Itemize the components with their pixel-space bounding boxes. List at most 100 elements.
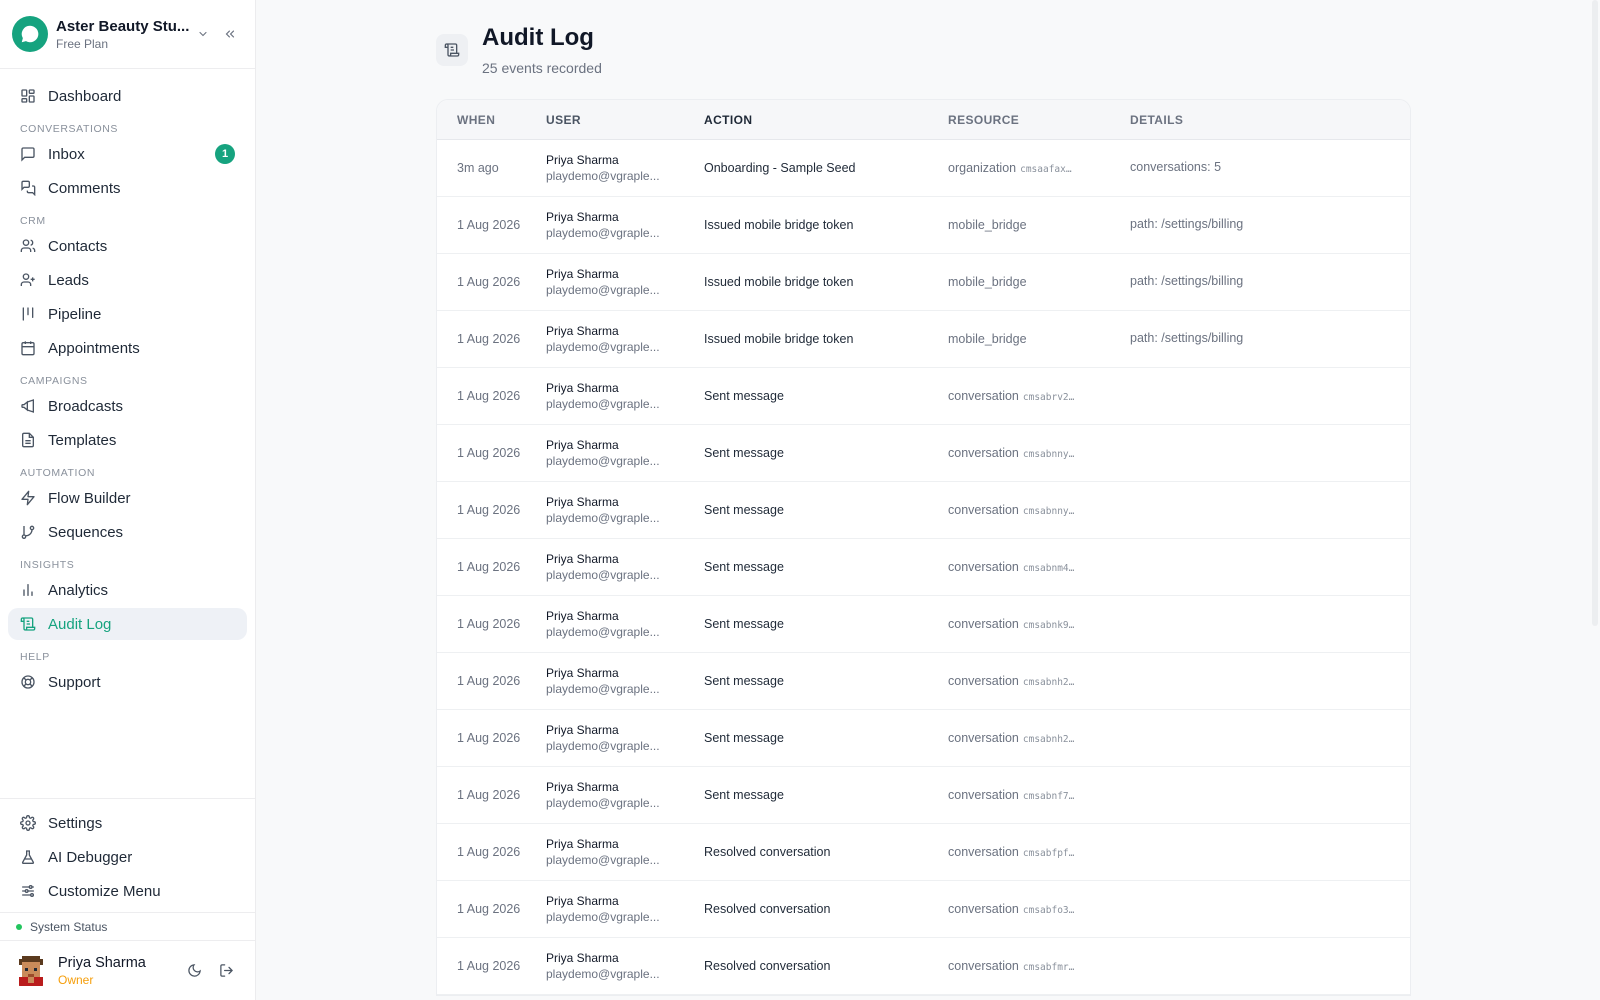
sidebar-item-appointments[interactable]: Appointments xyxy=(8,332,247,364)
sidebar-item-ai-debugger[interactable]: AI Debugger xyxy=(8,841,247,873)
table-row[interactable]: 1 Aug 2026 Priya Sharma playdemo@vgraple..… xyxy=(437,311,1410,368)
table-row[interactable]: 1 Aug 2026 Priya Sharma playdemo@vgraple..… xyxy=(437,254,1410,311)
column-header-user: USER xyxy=(546,112,581,127)
users-icon xyxy=(20,238,36,254)
gear-icon xyxy=(20,815,36,831)
sidebar-item-label: Contacts xyxy=(48,237,108,255)
column-header-when: WHEN xyxy=(457,112,496,127)
sidebar-item-label: Customize Menu xyxy=(48,882,161,900)
sidebar-item-contacts[interactable]: Contacts xyxy=(8,230,247,262)
cell-action: Sent message xyxy=(704,731,784,745)
table-row[interactable]: 1 Aug 2026 Priya Sharma playdemo@vgraple..… xyxy=(437,197,1410,254)
sidebar-item-templates[interactable]: Templates xyxy=(8,424,247,456)
resource-id: cmsabnny… xyxy=(1022,506,1075,517)
sidebar-item-label: Comments xyxy=(48,179,121,197)
sidebar-item-broadcasts[interactable]: Broadcasts xyxy=(8,390,247,422)
sidebar-item-settings[interactable]: Settings xyxy=(8,807,247,839)
table-row[interactable]: 3m ago Priya Sharma playdemo@vgraple... Onb… xyxy=(437,140,1410,197)
workspace-switcher[interactable]: Aster Beauty Stu... Free Plan xyxy=(0,0,255,69)
cell-action: Sent message xyxy=(704,617,784,631)
cell-when: 1 Aug 2026 xyxy=(457,389,521,403)
cell-resource: conversation cmsabnh2… xyxy=(947,731,1130,745)
cell-when: 1 Aug 2026 xyxy=(457,503,521,517)
cell-action: Issued mobile bridge token xyxy=(704,275,854,289)
cell-when: 1 Aug 2026 xyxy=(457,959,521,973)
resource-type: conversation xyxy=(948,731,1019,745)
sidebar-item-comments[interactable]: Comments xyxy=(8,172,247,204)
inbox-count-badge: 1 xyxy=(215,144,235,164)
table-row[interactable]: 1 Aug 2026 Priya Sharma playdemo@vgraple..… xyxy=(437,539,1410,596)
workspace-logo xyxy=(12,16,48,52)
sidebar-item-support[interactable]: Support xyxy=(8,666,247,698)
user-name: Priya Sharma xyxy=(546,381,619,395)
table-row[interactable]: 1 Aug 2026 Priya Sharma playdemo@vgraple..… xyxy=(437,653,1410,710)
cell-resource: conversation cmsabfmr… xyxy=(947,959,1130,973)
cell-resource: mobile_bridge xyxy=(947,218,1130,232)
page-scrollbar[interactable] xyxy=(1592,0,1598,626)
cell-action: Sent message xyxy=(704,389,784,403)
user-panel: Priya Sharma Owner xyxy=(0,940,255,1000)
table-row[interactable]: 1 Aug 2026 Priya Sharma playdemo@vgraple..… xyxy=(437,767,1410,824)
user-email: playdemo@vgraple... xyxy=(546,853,660,867)
sidebar-item-analytics[interactable]: Analytics xyxy=(8,574,247,606)
table-row[interactable]: 1 Aug 2026 Priya Sharma playdemo@vgraple..… xyxy=(437,938,1410,995)
flask-icon xyxy=(20,849,36,865)
grid-icon xyxy=(20,88,36,104)
user-name: Priya Sharma xyxy=(546,723,619,737)
cell-user: Priya Sharma playdemo@vgraple... xyxy=(542,893,702,925)
table-row[interactable]: 1 Aug 2026 Priya Sharma playdemo@vgraple..… xyxy=(437,824,1410,881)
table-row[interactable]: 1 Aug 2026 Priya Sharma playdemo@vgraple..… xyxy=(437,368,1410,425)
details-text: path: /settings/billing xyxy=(1130,274,1244,288)
nav-section-help: HELP xyxy=(20,651,50,663)
workspace-plan: Free Plan xyxy=(56,36,109,51)
user-role: Owner xyxy=(58,972,94,987)
cell-user: Priya Sharma playdemo@vgraple... xyxy=(542,266,702,298)
sidebar-item-leads[interactable]: Leads xyxy=(8,264,247,296)
sidebar-item-flow-builder[interactable]: Flow Builder xyxy=(8,482,247,514)
avatar[interactable] xyxy=(16,955,46,986)
cell-user: Priya Sharma playdemo@vgraple... xyxy=(542,494,702,526)
cell-action: Resolved conversation xyxy=(704,902,831,916)
nav-section-crm: CRM xyxy=(20,215,46,227)
chevron-down-icon[interactable] xyxy=(193,28,213,40)
cell-details: path: /settings/billing xyxy=(1130,274,1410,288)
user-email: playdemo@vgraple... xyxy=(546,967,660,981)
bottom-nav: Settings AI Debugger Customize Menu xyxy=(0,798,255,909)
cell-when: 1 Aug 2026 xyxy=(457,731,521,745)
nav-section-insights: INSIGHTS xyxy=(20,559,75,571)
sidebar-item-pipeline[interactable]: Pipeline xyxy=(8,298,247,330)
message-square-icon xyxy=(20,146,36,162)
table-row[interactable]: 1 Aug 2026 Priya Sharma playdemo@vgraple..… xyxy=(437,425,1410,482)
resource-id: cmsabrv2… xyxy=(1022,392,1075,403)
sidebar-item-sequences[interactable]: Sequences xyxy=(8,516,247,548)
sidebar-item-label: Appointments xyxy=(48,339,140,357)
sidebar-item-audit-log[interactable]: Audit Log xyxy=(8,608,247,640)
table-row[interactable]: 1 Aug 2026 Priya Sharma playdemo@vgraple..… xyxy=(437,710,1410,767)
system-status-label: System Status xyxy=(30,919,108,934)
log-out-icon[interactable] xyxy=(213,958,239,984)
details-text: path: /settings/billing xyxy=(1130,217,1244,231)
cell-resource: conversation cmsabfo3… xyxy=(947,902,1130,916)
cell-when: 1 Aug 2026 xyxy=(457,332,521,346)
cell-action: Onboarding - Sample Seed xyxy=(704,161,856,175)
resource-type: mobile_bridge xyxy=(948,275,1027,289)
table-row[interactable]: 1 Aug 2026 Priya Sharma playdemo@vgraple..… xyxy=(437,482,1410,539)
table-row[interactable]: 1 Aug 2026 Priya Sharma playdemo@vgraple..… xyxy=(437,596,1410,653)
cell-action: Resolved conversation xyxy=(704,959,831,973)
sidebar-item-inbox[interactable]: Inbox 1 xyxy=(8,138,247,170)
sidebar-item-label: Analytics xyxy=(48,581,109,599)
system-status[interactable]: System Status xyxy=(0,912,255,940)
resource-id: cmsabfmr… xyxy=(1022,962,1075,973)
sidebar-item-label: AI Debugger xyxy=(48,848,133,866)
sidebar-item-label: Support xyxy=(48,673,101,691)
moon-icon[interactable] xyxy=(181,958,207,984)
user-name: Priya Sharma xyxy=(546,609,619,623)
nav-section-automation: AUTOMATION xyxy=(20,467,96,479)
chevrons-left-icon[interactable] xyxy=(217,27,243,41)
sidebar-item-dashboard[interactable]: Dashboard xyxy=(8,80,247,112)
table-row[interactable]: 1 Aug 2026 Priya Sharma playdemo@vgraple..… xyxy=(437,881,1410,938)
resource-id: cmsabnny… xyxy=(1022,449,1075,460)
sidebar-item-customize-menu[interactable]: Customize Menu xyxy=(8,875,247,907)
bar-chart-icon xyxy=(20,582,36,598)
cell-resource: conversation cmsabrv2… xyxy=(947,389,1130,403)
